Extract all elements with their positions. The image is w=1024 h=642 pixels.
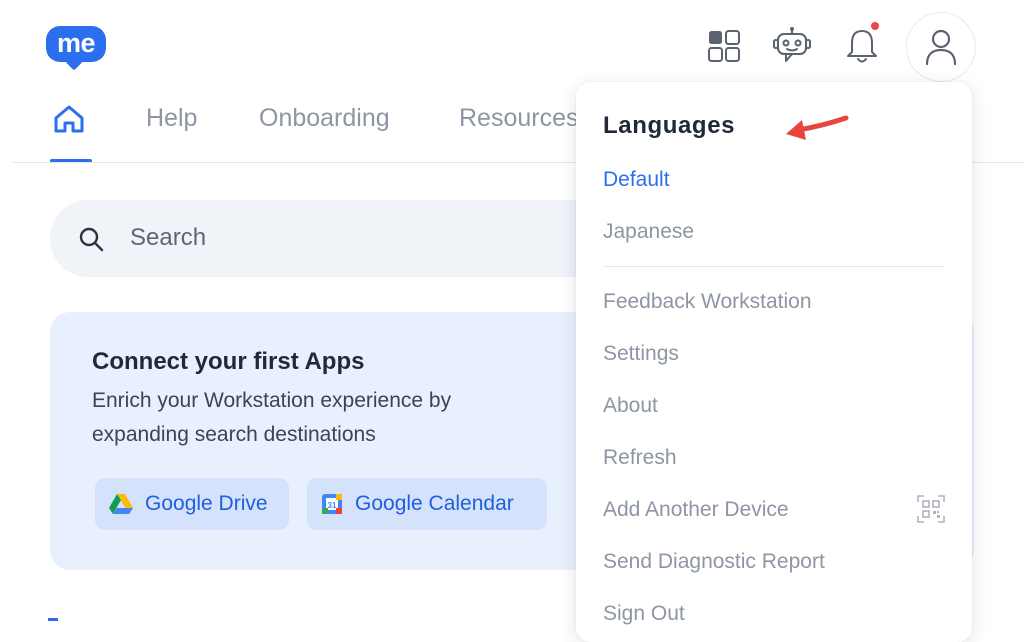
user-dropdown-menu: Languages Default Japanese Feedback Work… bbox=[576, 82, 972, 642]
languages-heading: Languages bbox=[603, 112, 736, 139]
tab-home[interactable] bbox=[52, 104, 88, 136]
menu-item-settings[interactable]: Settings bbox=[603, 342, 679, 366]
svg-text:31: 31 bbox=[328, 501, 337, 510]
menu-item-about[interactable]: About bbox=[603, 394, 658, 418]
user-icon bbox=[925, 29, 957, 66]
menu-item-refresh[interactable]: Refresh bbox=[603, 446, 677, 470]
google-calendar-icon: 31 bbox=[322, 494, 342, 514]
search-icon bbox=[79, 227, 104, 252]
app-logo[interactable]: me bbox=[46, 26, 106, 71]
bot-icon[interactable] bbox=[772, 24, 812, 68]
menu-item-sign-out[interactable]: Sign Out bbox=[603, 602, 685, 626]
tab-resources[interactable]: Resources bbox=[459, 104, 579, 133]
google-drive-label: Google Drive bbox=[145, 492, 268, 515]
notification-dot bbox=[871, 22, 879, 30]
google-drive-icon bbox=[109, 494, 133, 514]
logo-text: me bbox=[56, 28, 96, 58]
google-drive-button[interactable]: Google Drive bbox=[95, 478, 289, 530]
qr-code-icon[interactable] bbox=[916, 494, 946, 524]
home-icon bbox=[54, 105, 84, 133]
language-option-default[interactable]: Default bbox=[603, 168, 670, 192]
menu-item-add-device[interactable]: Add Another Device bbox=[603, 498, 789, 522]
connect-apps-title: Connect your first Apps bbox=[92, 348, 365, 375]
tab-onboarding[interactable]: Onboarding bbox=[259, 104, 390, 133]
section-peek bbox=[48, 618, 58, 628]
menu-item-send-diagnostic[interactable]: Send Diagnostic Report bbox=[603, 550, 825, 574]
tab-help[interactable]: Help bbox=[146, 104, 197, 133]
connect-apps-description: Enrich your Workstation experience by ex… bbox=[92, 389, 452, 446]
bell-icon[interactable] bbox=[842, 22, 882, 68]
user-avatar-button[interactable] bbox=[906, 12, 976, 82]
language-option-japanese[interactable]: Japanese bbox=[603, 220, 694, 244]
menu-item-feedback[interactable]: Feedback Workstation bbox=[603, 290, 812, 314]
search-input[interactable]: Search bbox=[130, 224, 206, 252]
apps-grid-icon[interactable] bbox=[704, 24, 744, 68]
google-calendar-label: Google Calendar bbox=[355, 492, 514, 515]
menu-divider bbox=[603, 266, 944, 267]
annotation-arrow-icon bbox=[786, 115, 849, 140]
google-calendar-button[interactable]: 31 Google Calendar bbox=[307, 478, 547, 530]
